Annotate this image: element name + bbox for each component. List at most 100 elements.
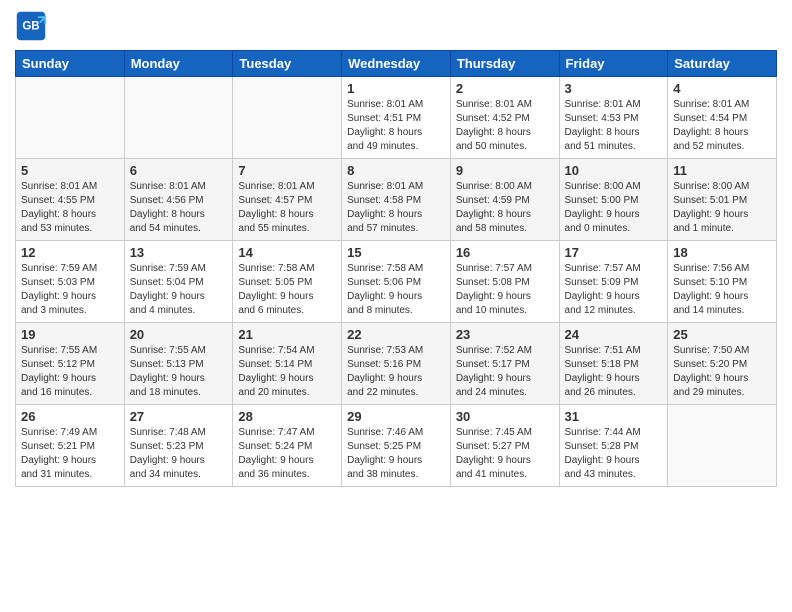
day-number: 6 [130, 163, 228, 178]
logo-icon: GB [15, 10, 47, 42]
header-sunday: Sunday [16, 51, 125, 77]
day-info: Sunrise: 8:00 AM Sunset: 5:00 PM Dayligh… [565, 180, 663, 236]
calendar-cell: 30 Sunrise: 7:45 AM Sunset: 5:27 PM Dayli… [450, 405, 559, 487]
header-friday: Friday [559, 51, 668, 77]
day-info: Sunrise: 8:01 AM Sunset: 4:51 PM Dayligh… [347, 98, 445, 154]
day-number: 30 [456, 409, 554, 424]
day-info: Sunrise: 7:53 AM Sunset: 5:16 PM Dayligh… [347, 344, 445, 400]
day-info: Sunrise: 7:54 AM Sunset: 5:14 PM Dayligh… [238, 344, 336, 400]
day-number: 27 [130, 409, 228, 424]
calendar-week-2: 5 Sunrise: 8:01 AM Sunset: 4:55 PM Daylig… [16, 159, 777, 241]
page-header: GB [15, 10, 777, 42]
calendar-cell: 26 Sunrise: 7:49 AM Sunset: 5:21 PM Dayli… [16, 405, 125, 487]
header-wednesday: Wednesday [342, 51, 451, 77]
day-number: 21 [238, 327, 336, 342]
day-info: Sunrise: 7:58 AM Sunset: 5:06 PM Dayligh… [347, 262, 445, 318]
day-info: Sunrise: 8:01 AM Sunset: 4:52 PM Dayligh… [456, 98, 554, 154]
day-info: Sunrise: 7:47 AM Sunset: 5:24 PM Dayligh… [238, 426, 336, 482]
calendar-cell: 25 Sunrise: 7:50 AM Sunset: 5:20 PM Dayli… [668, 323, 777, 405]
day-info: Sunrise: 8:01 AM Sunset: 4:55 PM Dayligh… [21, 180, 119, 236]
calendar-cell: 14Sunrise: 7:58 AM Sunset: 5:05 PM Dayli… [233, 241, 342, 323]
header-thursday: Thursday [450, 51, 559, 77]
day-info: Sunrise: 8:00 AM Sunset: 4:59 PM Dayligh… [456, 180, 554, 236]
day-number: 22 [347, 327, 445, 342]
header-saturday: Saturday [668, 51, 777, 77]
calendar-cell: 12Sunrise: 7:59 AM Sunset: 5:03 PM Dayli… [16, 241, 125, 323]
day-info: Sunrise: 8:01 AM Sunset: 4:56 PM Dayligh… [130, 180, 228, 236]
calendar-cell: 2 Sunrise: 8:01 AM Sunset: 4:52 PM Daylig… [450, 77, 559, 159]
day-info: Sunrise: 7:45 AM Sunset: 5:27 PM Dayligh… [456, 426, 554, 482]
day-info: Sunrise: 8:01 AM Sunset: 4:58 PM Dayligh… [347, 180, 445, 236]
day-info: Sunrise: 7:59 AM Sunset: 5:03 PM Dayligh… [21, 262, 119, 318]
day-info: Sunrise: 8:00 AM Sunset: 5:01 PM Dayligh… [673, 180, 771, 236]
calendar-cell: 11 Sunrise: 8:00 AM Sunset: 5:01 PM Dayli… [668, 159, 777, 241]
day-info: Sunrise: 7:48 AM Sunset: 5:23 PM Dayligh… [130, 426, 228, 482]
calendar-cell: 8Sunrise: 8:01 AM Sunset: 4:58 PM Daylig… [342, 159, 451, 241]
svg-text:GB: GB [22, 21, 39, 33]
day-number: 28 [238, 409, 336, 424]
calendar-cell: 15 Sunrise: 7:58 AM Sunset: 5:06 PM Dayli… [342, 241, 451, 323]
day-number: 25 [673, 327, 771, 342]
day-number: 20 [130, 327, 228, 342]
calendar-cell: 6 Sunrise: 8:01 AM Sunset: 4:56 PM Daylig… [124, 159, 233, 241]
calendar-header-row: SundayMondayTuesdayWednesdayThursdayFrid… [16, 51, 777, 77]
day-number: 2 [456, 81, 554, 96]
day-info: Sunrise: 8:01 AM Sunset: 4:57 PM Dayligh… [238, 180, 336, 236]
day-number: 29 [347, 409, 445, 424]
calendar-cell: 21 Sunrise: 7:54 AM Sunset: 5:14 PM Dayli… [233, 323, 342, 405]
calendar-table: SundayMondayTuesdayWednesdayThursdayFrid… [15, 50, 777, 487]
calendar-cell [124, 77, 233, 159]
calendar-cell: 31Sunrise: 7:44 AM Sunset: 5:28 PM Dayli… [559, 405, 668, 487]
day-number: 11 [673, 163, 771, 178]
day-info: Sunrise: 7:58 AM Sunset: 5:05 PM Dayligh… [238, 262, 336, 318]
calendar-cell [16, 77, 125, 159]
day-number: 18 [673, 245, 771, 260]
day-info: Sunrise: 7:46 AM Sunset: 5:25 PM Dayligh… [347, 426, 445, 482]
day-number: 5 [21, 163, 119, 178]
day-number: 7 [238, 163, 336, 178]
calendar-cell: 22 Sunrise: 7:53 AM Sunset: 5:16 PM Dayli… [342, 323, 451, 405]
calendar-week-4: 19Sunrise: 7:55 AM Sunset: 5:12 PM Dayli… [16, 323, 777, 405]
day-number: 26 [21, 409, 119, 424]
calendar-cell: 18 Sunrise: 7:56 AM Sunset: 5:10 PM Dayli… [668, 241, 777, 323]
day-info: Sunrise: 7:49 AM Sunset: 5:21 PM Dayligh… [21, 426, 119, 482]
calendar-cell: 19Sunrise: 7:55 AM Sunset: 5:12 PM Dayli… [16, 323, 125, 405]
day-info: Sunrise: 8:01 AM Sunset: 4:54 PM Dayligh… [673, 98, 771, 154]
calendar-cell: 1 Sunrise: 8:01 AM Sunset: 4:51 PM Daylig… [342, 77, 451, 159]
day-info: Sunrise: 7:56 AM Sunset: 5:10 PM Dayligh… [673, 262, 771, 318]
calendar-cell: 20 Sunrise: 7:55 AM Sunset: 5:13 PM Dayli… [124, 323, 233, 405]
day-number: 15 [347, 245, 445, 260]
day-info: Sunrise: 7:44 AM Sunset: 5:28 PM Dayligh… [565, 426, 663, 482]
day-info: Sunrise: 7:50 AM Sunset: 5:20 PM Dayligh… [673, 344, 771, 400]
day-number: 23 [456, 327, 554, 342]
day-number: 4 [673, 81, 771, 96]
calendar-week-3: 12Sunrise: 7:59 AM Sunset: 5:03 PM Dayli… [16, 241, 777, 323]
calendar-week-1: 1 Sunrise: 8:01 AM Sunset: 4:51 PM Daylig… [16, 77, 777, 159]
calendar-cell: 13Sunrise: 7:59 AM Sunset: 5:04 PM Dayli… [124, 241, 233, 323]
calendar-cell: 3 Sunrise: 8:01 AM Sunset: 4:53 PM Daylig… [559, 77, 668, 159]
calendar-cell: 5 Sunrise: 8:01 AM Sunset: 4:55 PM Daylig… [16, 159, 125, 241]
header-tuesday: Tuesday [233, 51, 342, 77]
day-number: 1 [347, 81, 445, 96]
day-info: Sunrise: 7:55 AM Sunset: 5:12 PM Dayligh… [21, 344, 119, 400]
day-number: 24 [565, 327, 663, 342]
day-number: 3 [565, 81, 663, 96]
calendar-cell: 4 Sunrise: 8:01 AM Sunset: 4:54 PM Daylig… [668, 77, 777, 159]
calendar-cell: 27 Sunrise: 7:48 AM Sunset: 5:23 PM Dayli… [124, 405, 233, 487]
calendar-cell [233, 77, 342, 159]
day-info: Sunrise: 7:51 AM Sunset: 5:18 PM Dayligh… [565, 344, 663, 400]
calendar-cell: 24 Sunrise: 7:51 AM Sunset: 5:18 PM Dayli… [559, 323, 668, 405]
calendar-cell: 23Sunrise: 7:52 AM Sunset: 5:17 PM Dayli… [450, 323, 559, 405]
day-number: 17 [565, 245, 663, 260]
day-info: Sunrise: 8:01 AM Sunset: 4:53 PM Dayligh… [565, 98, 663, 154]
calendar-cell: 28 Sunrise: 7:47 AM Sunset: 5:24 PM Dayli… [233, 405, 342, 487]
day-number: 9 [456, 163, 554, 178]
calendar-week-5: 26 Sunrise: 7:49 AM Sunset: 5:21 PM Dayli… [16, 405, 777, 487]
calendar-cell: 10Sunrise: 8:00 AM Sunset: 5:00 PM Dayli… [559, 159, 668, 241]
calendar-cell: 7 Sunrise: 8:01 AM Sunset: 4:57 PM Daylig… [233, 159, 342, 241]
day-info: Sunrise: 7:59 AM Sunset: 5:04 PM Dayligh… [130, 262, 228, 318]
logo: GB [15, 10, 51, 42]
day-info: Sunrise: 7:57 AM Sunset: 5:08 PM Dayligh… [456, 262, 554, 318]
day-info: Sunrise: 7:55 AM Sunset: 5:13 PM Dayligh… [130, 344, 228, 400]
day-number: 16 [456, 245, 554, 260]
